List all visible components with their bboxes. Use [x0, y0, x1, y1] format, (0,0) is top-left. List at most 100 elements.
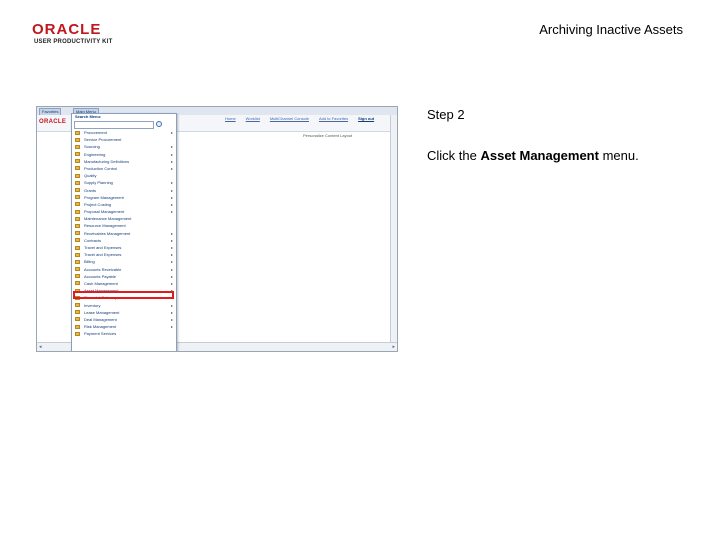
menu-item[interactable]: Resource Management: [72, 222, 176, 229]
menu-item[interactable]: Production Control ▸: [72, 165, 176, 172]
menu-item[interactable]: Grants ▸: [72, 187, 176, 194]
instruction-prefix: Click the: [427, 148, 481, 163]
menu-item-label: Grants: [84, 187, 97, 193]
submenu-arrow-icon: ▸: [170, 259, 173, 265]
folder-icon: [75, 274, 80, 279]
menu-item-label: Accounts Payable: [84, 273, 117, 279]
menu-item[interactable]: Cash Management ▸: [72, 280, 176, 287]
menu-item-label: Manufacturing Definitions: [84, 158, 130, 164]
folder-icon: [75, 159, 80, 164]
folder-icon: [75, 202, 80, 207]
folder-icon: [75, 267, 80, 272]
menu-item-label: Travel and Expenses: [84, 252, 122, 258]
menu-item-label: Receivables Management: [84, 230, 131, 236]
menu-item[interactable]: Proposal Management ▸: [72, 208, 176, 215]
menu-item[interactable]: Inventory ▸: [72, 302, 176, 309]
instruction-target: Asset Management: [480, 148, 599, 163]
submenu-arrow-icon: ▸: [170, 201, 173, 207]
scroll-right-icon[interactable]: ▸: [392, 344, 395, 350]
document-title: Archiving Inactive Assets: [539, 22, 683, 37]
menu-item-label: Program Management: [84, 194, 124, 200]
submenu-arrow-icon: ▸: [170, 273, 173, 279]
submenu-arrow-icon: ▸: [170, 130, 173, 135]
menu-item-label: Billing: [84, 259, 95, 265]
menu-item[interactable]: Travel and Expenses ▸: [72, 244, 176, 251]
menu-item-label: Resource Management: [84, 223, 126, 229]
menu-item-label: Sourcing: [84, 144, 100, 150]
submenu-arrow-icon: ▸: [170, 151, 173, 157]
menu-item[interactable]: Receivables Management ▸: [72, 230, 176, 237]
folder-icon: [75, 245, 80, 250]
menu-item[interactable]: Maintenance Management: [72, 215, 176, 222]
folder-icon: [75, 317, 80, 322]
submenu-arrow-icon: ▸: [170, 158, 173, 164]
menu-item[interactable]: Deal Management ▸: [72, 316, 176, 323]
menu-search-input[interactable]: [74, 121, 154, 129]
menu-item-label: Lease Management: [84, 309, 120, 315]
scroll-left-icon[interactable]: ◂: [39, 344, 42, 350]
menu-item-label: Proposal Management: [84, 209, 125, 215]
menu-item-label: Service Procurement: [84, 137, 122, 143]
menu-item[interactable]: Billing ▸: [72, 258, 176, 265]
menu-item[interactable]: Quality: [72, 172, 176, 179]
logo-subtitle: USER PRODUCTIVITY KIT: [34, 39, 113, 45]
folder-icon: [75, 281, 80, 286]
vertical-scrollbar[interactable]: [390, 115, 397, 343]
menu-item[interactable]: Procurement ▸: [72, 129, 176, 136]
menu-item-label: Production Control: [84, 165, 118, 171]
submenu-arrow-icon: ▸: [170, 230, 173, 236]
instruction-suffix: menu.: [598, 148, 639, 163]
folder-icon: [75, 152, 80, 157]
submenu-arrow-icon: ▸: [170, 245, 173, 250]
folder-icon: [75, 130, 80, 135]
portal-logo: ORACLE: [39, 119, 67, 125]
folder-icon: [75, 209, 80, 214]
folder-icon: [75, 324, 80, 329]
oracle-upk-logo: ORACLE USER PRODUCTIVITY KIT: [32, 22, 124, 48]
logo-wordmark: ORACLE: [32, 21, 102, 38]
submenu-arrow-icon: ▸: [170, 309, 173, 315]
menu-item-label: Quality: [84, 173, 97, 179]
folder-icon: [75, 166, 80, 171]
folder-icon: [75, 180, 80, 185]
link-worklist[interactable]: Worklist: [246, 116, 260, 121]
submenu-arrow-icon: ▸: [170, 165, 173, 171]
folder-icon: [75, 303, 80, 307]
submenu-arrow-icon: ▸: [170, 280, 173, 286]
header-links: Home Worklist MultiChannel Console Add t…: [225, 116, 374, 121]
link-sign-out[interactable]: Sign out: [358, 116, 374, 121]
menu-item[interactable]: Accounts Payable ▸: [72, 273, 176, 280]
menu-item[interactable]: Risk Management ▸: [72, 323, 176, 330]
submenu-arrow-icon: ▸: [170, 266, 173, 272]
menu-item[interactable]: Accounts Receivable ▸: [72, 266, 176, 273]
submenu-arrow-icon: ▸: [170, 316, 173, 322]
menu-item-label: Accounts Receivable: [84, 266, 122, 272]
menu-item[interactable]: Program Management ▸: [72, 194, 176, 201]
step-instruction: Click the Asset Management menu.: [427, 148, 639, 163]
menu-item[interactable]: Contracts ▸: [72, 237, 176, 244]
search-go-icon[interactable]: [156, 121, 162, 127]
folder-icon: [75, 231, 80, 236]
menu-item-label: Procurement: [84, 130, 107, 135]
link-multichannel-console[interactable]: MultiChannel Console: [270, 116, 309, 121]
submenu-arrow-icon: ▸: [170, 252, 173, 258]
folder-icon: [75, 252, 80, 257]
folder-icon: [75, 238, 80, 243]
folder-icon: [75, 195, 80, 200]
menu-item[interactable]: Supply Planning ▸: [72, 179, 176, 186]
menu-item[interactable]: Lease Management ▸: [72, 309, 176, 316]
highlight-box: [73, 291, 174, 299]
menu-item[interactable]: Project Costing ▸: [72, 201, 176, 208]
menu-item-label: Project Costing: [84, 201, 112, 207]
personalize-bar[interactable]: Personalize Content Layout: [303, 133, 352, 138]
link-home[interactable]: Home: [225, 116, 236, 121]
menu-item[interactable]: Engineering ▸: [72, 151, 176, 158]
menu-item[interactable]: Payment Services: [72, 330, 176, 337]
menu-item[interactable]: Travel and Expenses ▸: [72, 251, 176, 258]
menu-item[interactable]: Sourcing ▸: [72, 143, 176, 150]
link-add-to-favorites[interactable]: Add to Favorites: [319, 116, 348, 121]
menu-item[interactable]: Manufacturing Definitions ▸: [72, 158, 176, 165]
submenu-arrow-icon: ▸: [170, 144, 173, 150]
menu-item[interactable]: Service Procurement: [72, 136, 176, 143]
menu-item-label: Cash Management: [84, 280, 118, 286]
